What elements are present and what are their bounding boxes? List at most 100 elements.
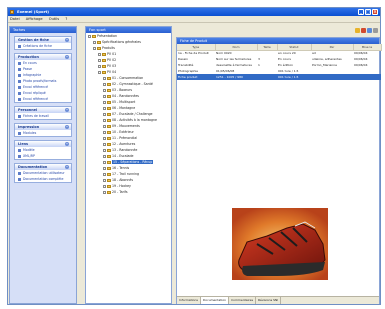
expand-toggle-icon[interactable]	[103, 190, 106, 194]
product-tree-panel: Fon sport Présentation Spécifications gén…	[85, 26, 172, 304]
table-cell: 001 ture / 1.5	[277, 74, 311, 80]
maximize-button[interactable]: □	[365, 9, 371, 15]
menu-item-outils[interactable]: Outils	[49, 17, 59, 21]
expand-toggle-icon[interactable]	[93, 46, 96, 50]
document-icon	[18, 73, 21, 77]
group-item[interactable]: Modules	[15, 130, 71, 136]
file-table: Type Nom Taille Statut Par Mise le 1a - …	[177, 44, 382, 80]
delete-icon[interactable]	[361, 28, 366, 33]
tree-node-label: 03 - Boxeurs	[112, 88, 133, 92]
tree-node-label: 01 - Consommation	[112, 76, 144, 80]
folder-icon	[107, 184, 111, 188]
settings-icon[interactable]	[373, 28, 378, 33]
expand-toggle-icon[interactable]	[103, 112, 106, 116]
group-header[interactable]: Gestion de fiche ^	[15, 37, 71, 43]
folder-icon	[107, 88, 111, 92]
group-production: Production ^ En cours Passe Infographie P…	[14, 53, 72, 103]
tab-revisions[interactable]: Révisions SNI	[256, 297, 282, 304]
menu-item-affichage[interactable]: Affichage	[26, 17, 43, 21]
star-icon[interactable]	[355, 28, 360, 33]
expand-toggle-icon[interactable]	[103, 142, 106, 146]
chevron-up-icon[interactable]: ^	[65, 38, 69, 42]
group-item[interactable]: Créations de fiche	[15, 43, 71, 49]
folder-icon	[107, 166, 111, 170]
group-item-label: Créations de fiche	[23, 44, 52, 48]
document-icon	[18, 91, 21, 95]
expand-toggle-icon[interactable]	[103, 88, 106, 92]
group-header[interactable]: Production ^	[15, 54, 71, 60]
group-item-label: Fiches de travail	[23, 114, 50, 118]
expand-toggle-icon[interactable]	[103, 130, 106, 134]
chevron-up-icon[interactable]: ^	[65, 55, 69, 59]
group-item[interactable]: Fiches de travail	[15, 113, 71, 119]
chevron-up-icon[interactable]: ^	[65, 142, 69, 146]
expand-toggle-icon[interactable]	[98, 52, 101, 56]
refresh-icon[interactable]	[367, 28, 372, 33]
table-cell: 1251 - 1005 / 980	[215, 74, 257, 80]
expand-toggle-icon[interactable]	[93, 40, 96, 44]
expand-toggle-icon[interactable]	[103, 166, 106, 170]
tree-node[interactable]: 20 - Tarifs	[86, 189, 171, 195]
folder-icon	[107, 136, 111, 140]
group-header[interactable]: Impression ^	[15, 124, 71, 130]
group-item[interactable]: Documentation complète	[15, 176, 71, 182]
preview-area	[177, 164, 379, 297]
group-item-label: Modéle	[23, 148, 35, 152]
group-item-label: Documentation utilisateur	[23, 171, 65, 175]
group-item[interactable]: Envoi référencé	[15, 96, 71, 102]
group-item-label: Passe	[23, 67, 33, 71]
expand-toggle-icon[interactable]	[103, 82, 106, 86]
link-icon	[18, 148, 21, 152]
expand-toggle-icon[interactable]	[103, 94, 106, 98]
expand-toggle-icon[interactable]	[103, 100, 106, 104]
expand-toggle-icon[interactable]	[103, 154, 106, 158]
expand-toggle-icon[interactable]	[103, 76, 106, 80]
group-header[interactable]: Liens ^	[15, 141, 71, 147]
expand-toggle-icon[interactable]	[103, 136, 106, 140]
close-button[interactable]: ×	[372, 9, 378, 15]
expand-toggle-icon[interactable]	[103, 184, 106, 188]
tab-informations[interactable]: Informations	[177, 297, 201, 304]
menu-item-datei[interactable]: Datei	[10, 17, 20, 21]
tab-commentaires[interactable]: Commentaires	[229, 297, 257, 304]
expand-toggle-icon[interactable]	[98, 70, 101, 74]
tree-node-label: 06 - Montagne	[112, 106, 136, 110]
expand-toggle-icon[interactable]	[88, 34, 91, 38]
group-header[interactable]: Documentation ^	[15, 164, 71, 170]
chevron-up-icon[interactable]: ^	[65, 108, 69, 112]
tree-node-label: PV 03	[107, 64, 117, 68]
table-row[interactable]: Fiche produit 1251 - 1005 / 980 001 ture /…	[177, 74, 381, 80]
expand-toggle-icon[interactable]	[103, 124, 106, 128]
expand-toggle-icon[interactable]	[98, 58, 101, 62]
chevron-up-icon[interactable]: ^	[65, 125, 69, 129]
tasks-panel: Taches Gestion de fiche ^ Créations de fi…	[9, 26, 77, 304]
expand-toggle-icon[interactable]	[103, 118, 106, 122]
folder-icon	[107, 142, 111, 146]
group-item-label: XML/RP	[23, 154, 35, 158]
tree-node-label: 16 - Tennis	[112, 166, 130, 170]
tab-documentation[interactable]: Documentation	[200, 297, 230, 304]
tree-node-label: 07 - Escalade / Challenge	[112, 112, 153, 116]
group-title: Documentation	[18, 165, 48, 169]
window-title: Exemel (Sport)	[17, 9, 49, 14]
expand-toggle-icon[interactable]	[103, 172, 106, 176]
folder-icon	[107, 94, 111, 98]
expand-toggle-icon[interactable]	[98, 64, 101, 68]
folder-icon	[107, 124, 111, 128]
expand-toggle-icon[interactable]	[103, 148, 106, 152]
tree-node-label: PV 04	[107, 70, 117, 74]
group-title: Personnel	[18, 108, 38, 112]
group-header[interactable]: Personnel ^	[15, 107, 71, 113]
document-icon	[18, 131, 21, 135]
expand-toggle-icon[interactable]	[103, 106, 106, 110]
folder-icon	[107, 76, 111, 80]
chevron-up-icon[interactable]: ^	[65, 165, 69, 169]
folder-icon	[102, 52, 106, 56]
minimize-button[interactable]: _	[358, 9, 364, 15]
expand-toggle-icon[interactable]	[103, 178, 106, 182]
group-item[interactable]: XML/RP	[15, 153, 71, 159]
menu-item-help[interactable]: ?	[65, 17, 67, 21]
expand-toggle-icon[interactable]	[103, 160, 106, 164]
folder-icon	[107, 148, 111, 152]
document-icon	[18, 44, 21, 48]
